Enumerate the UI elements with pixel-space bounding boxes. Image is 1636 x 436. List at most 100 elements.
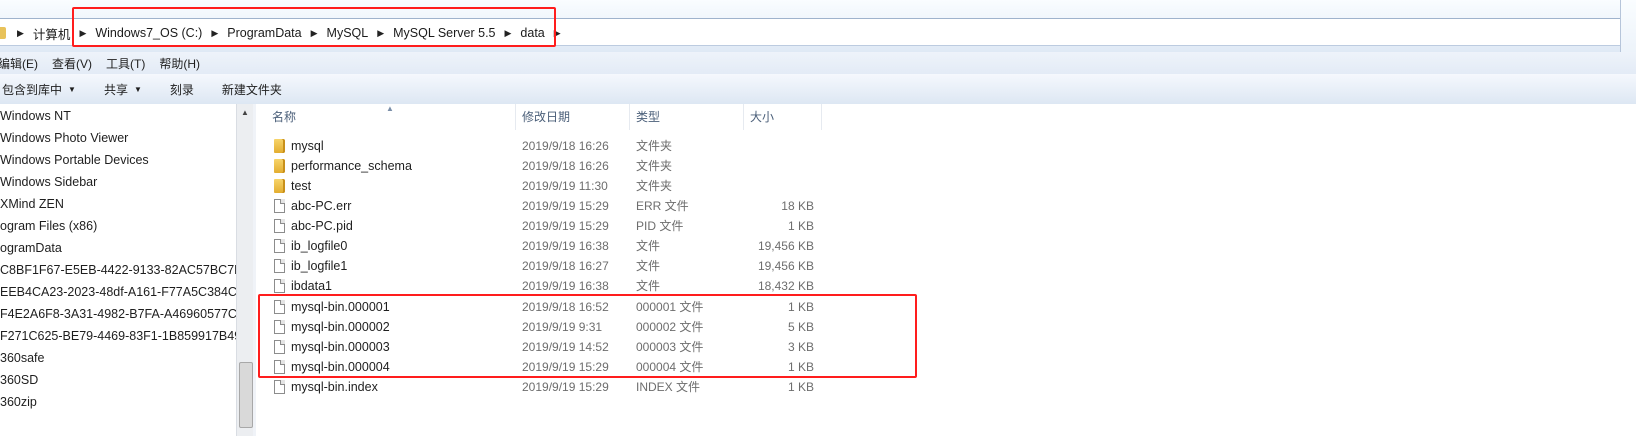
file-name: performance_schema [291, 159, 412, 173]
file-name: abc-PC.err [291, 199, 352, 213]
address-bar-area: ▶ 计算机 ▶ Windows7_OS (C:) ▶ ProgramData ▶… [0, 0, 1636, 52]
table-row[interactable]: ib_logfile1 2019/9/18 16:27 文件 19,456 KB [256, 256, 1636, 276]
nav-item[interactable]: Windows Photo Viewer [0, 127, 236, 149]
file-date: 2019/9/19 16:38 [522, 279, 609, 293]
table-row[interactable]: mysql 2019/9/18 16:26 文件夹 [256, 136, 1636, 156]
file-icon [274, 380, 285, 394]
include-library-button[interactable]: 包含到库中 ▼ [2, 81, 90, 98]
address-highlight-box [72, 7, 556, 47]
share-label: 共享 [103, 82, 128, 97]
nav-item[interactable]: C8BF1F67-E5EB-4422-9133-82AC57BC7BA [0, 259, 236, 281]
chevron-down-icon: ▼ [68, 84, 76, 94]
table-row[interactable]: mysql-bin.index 2019/9/19 15:29 INDEX 文件… [256, 377, 1636, 397]
include-library-label: 包含到库中 [2, 82, 63, 97]
file-type: 文件 [636, 259, 661, 273]
table-row[interactable]: abc-PC.err 2019/9/19 15:29 ERR 文件 18 KB [256, 196, 1636, 216]
file-icon [274, 279, 285, 293]
file-type: INDEX 文件 [636, 380, 701, 394]
folder-icon [274, 159, 285, 173]
column-date[interactable]: 修改日期 [516, 104, 630, 130]
share-button[interactable]: 共享 ▼ [104, 81, 156, 98]
nav-item[interactable]: EEB4CA23-2023-48df-A161-F77A5C384C6E [0, 281, 236, 303]
nav-item[interactable]: Windows Portable Devices [0, 149, 236, 171]
file-size [716, 156, 814, 176]
file-name: test [291, 179, 312, 193]
nav-item[interactable]: 360zip [0, 391, 236, 413]
file-name: mysql-bin.index [291, 380, 378, 394]
nav-item[interactable]: F271C625-BE79-4469-83F1-1B859917B491 [0, 325, 236, 347]
scroll-up-icon[interactable]: ▲ [241, 108, 249, 117]
nav-scrollbar[interactable]: ▲ [236, 104, 254, 436]
file-type: ERR 文件 [636, 199, 689, 213]
table-row[interactable]: test 2019/9/19 11:30 文件夹 [256, 176, 1636, 196]
nav-item[interactable]: F4E2A6F8-3A31-4982-B7FA-A46960577C44 [0, 303, 236, 325]
file-size: 1 KB [787, 380, 814, 394]
file-type: PID 文件 [636, 219, 684, 233]
burn-label: 刻录 [169, 82, 194, 97]
file-name: abc-PC.pid [291, 219, 353, 233]
file-date: 2019/9/19 15:29 [522, 199, 609, 213]
folder-icon [0, 27, 6, 39]
file-size: 18 KB [781, 199, 814, 213]
table-row[interactable]: performance_schema 2019/9/18 16:26 文件夹 [256, 156, 1636, 176]
file-name: mysql [291, 139, 324, 153]
file-list: ▲ 名称 修改日期 类型 大小 mysql 2019/9/18 16:26 文件… [256, 104, 1636, 436]
file-icon [274, 219, 285, 233]
file-type: 文件 [636, 239, 661, 253]
column-name[interactable]: 名称 [266, 104, 516, 130]
navigation-pane: Windows NT Windows Photo Viewer Windows … [0, 104, 236, 436]
nav-item[interactable]: 360safe [0, 347, 236, 369]
file-icon [274, 259, 285, 273]
file-date: 2019/9/19 15:29 [522, 380, 609, 394]
file-name: ib_logfile1 [291, 259, 348, 273]
file-size: 1 KB [787, 219, 814, 233]
nav-item[interactable]: Windows Sidebar [0, 171, 236, 193]
chevron-right-icon[interactable]: ▶ [14, 28, 27, 39]
file-name: ibdata1 [291, 279, 333, 293]
menu-tools[interactable]: 工具(T) [100, 55, 153, 72]
nav-item[interactable]: Windows NT [0, 105, 236, 127]
table-row[interactable]: ib_logfile0 2019/9/19 16:38 文件 19,456 KB [256, 236, 1636, 256]
command-toolbar: 包含到库中 ▼ 共享 ▼ 刻录 新建文件夹 [0, 74, 1636, 105]
column-size[interactable]: 大小 [744, 104, 822, 130]
breadcrumb-computer[interactable]: 计算机 [27, 24, 77, 43]
file-type: 文件夹 [636, 159, 673, 173]
file-date: 2019/9/19 15:29 [522, 219, 609, 233]
file-date: 2019/9/18 16:27 [522, 259, 609, 273]
menu-view[interactable]: 查看(V) [46, 55, 100, 72]
file-size [716, 136, 814, 156]
burn-button[interactable]: 刻录 [170, 81, 208, 98]
nav-item[interactable]: 360SD [0, 369, 236, 391]
file-size: 18,432 KB [757, 279, 814, 293]
folder-icon [274, 179, 285, 193]
file-date: 2019/9/18 16:26 [522, 159, 609, 173]
folder-icon [274, 139, 285, 153]
file-type: 文件夹 [636, 139, 673, 153]
file-icon [274, 239, 285, 253]
file-size [716, 176, 814, 196]
nav-item[interactable]: ogramData [0, 237, 236, 259]
file-name: ib_logfile0 [291, 239, 348, 253]
scrollbar-thumb[interactable] [239, 362, 253, 428]
file-date: 2019/9/18 16:26 [522, 139, 609, 153]
nav-item[interactable]: XMind ZEN [0, 193, 236, 215]
menu-help[interactable]: 帮助(H) [153, 55, 208, 72]
file-type: 文件夹 [636, 179, 673, 193]
column-type[interactable]: 类型 [630, 104, 744, 130]
menu-edit[interactable]: 编辑(E) [0, 55, 46, 72]
new-folder-button[interactable]: 新建文件夹 [222, 81, 296, 98]
new-folder-label: 新建文件夹 [221, 82, 282, 97]
table-row[interactable]: abc-PC.pid 2019/9/19 15:29 PID 文件 1 KB [256, 216, 1636, 236]
file-date: 2019/9/19 16:38 [522, 239, 609, 253]
table-row[interactable]: ibdata1 2019/9/19 16:38 文件 18,432 KB [256, 276, 1636, 296]
binlog-highlight-box [258, 294, 917, 378]
file-icon [274, 199, 285, 213]
file-type: 文件 [636, 279, 661, 293]
nav-item[interactable]: ogram Files (x86) [0, 215, 236, 237]
menu-bar: 编辑(E) 查看(V) 工具(T) 帮助(H) [0, 52, 1636, 74]
column-headers: ▲ 名称 修改日期 类型 大小 [256, 104, 1636, 130]
file-size: 19,456 KB [757, 259, 814, 273]
file-date: 2019/9/19 11:30 [522, 179, 608, 193]
file-size: 19,456 KB [757, 239, 814, 253]
chevron-down-icon: ▼ [133, 84, 142, 94]
